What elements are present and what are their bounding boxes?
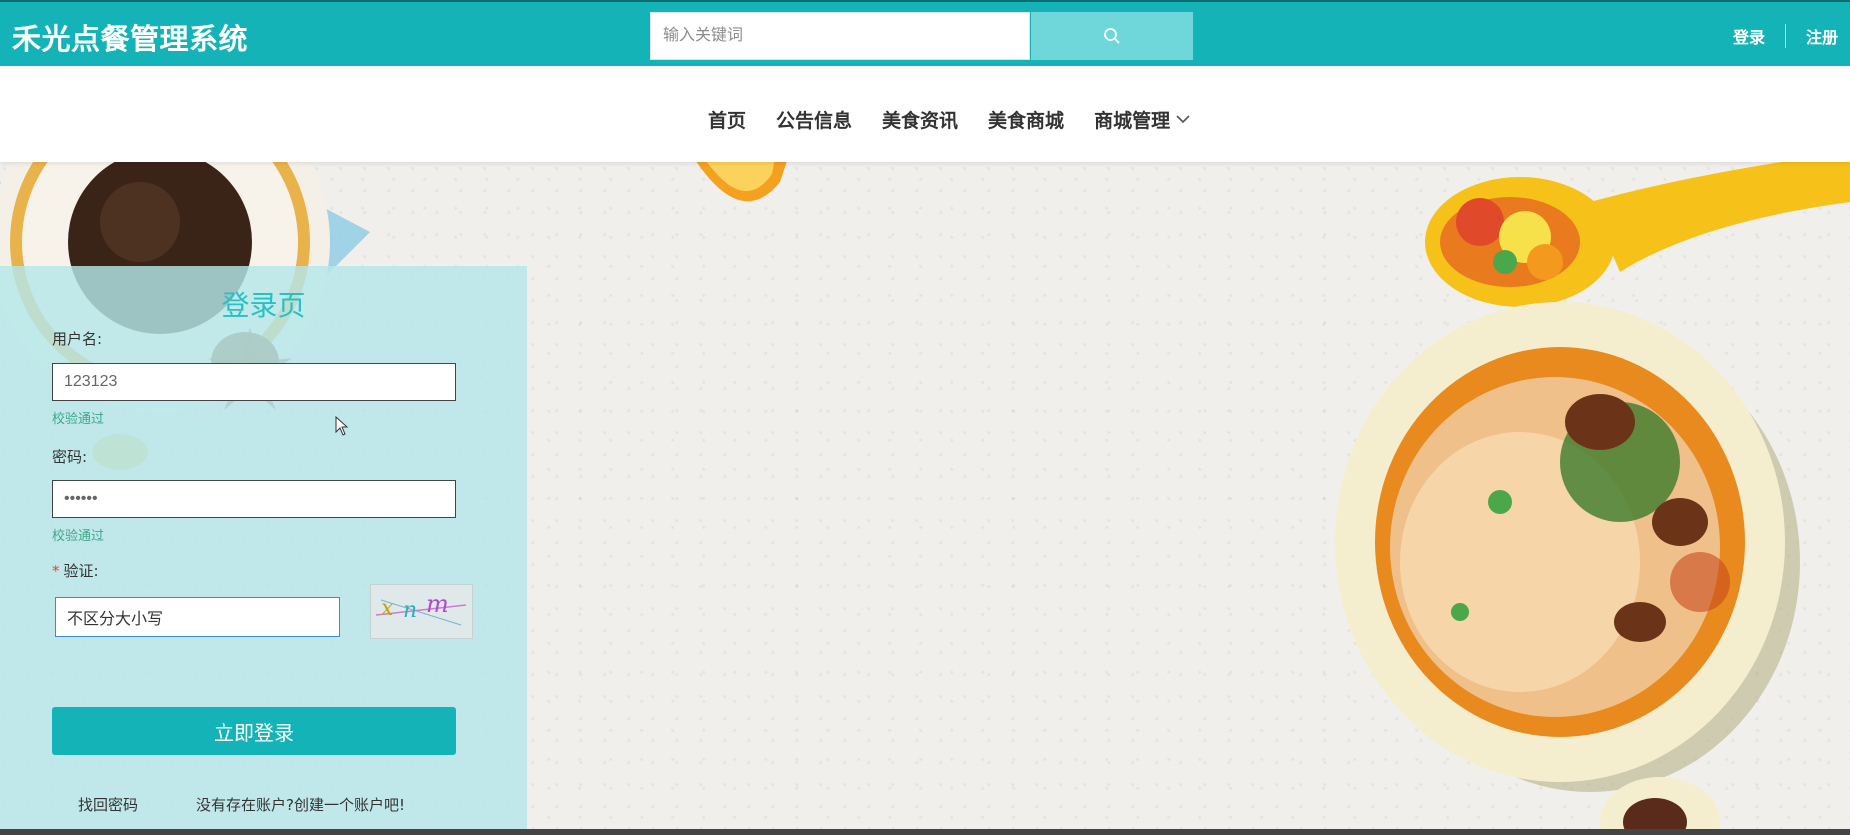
chevron-down-icon xyxy=(1176,115,1190,124)
captcha-char-1: x xyxy=(381,596,394,621)
app-title: 禾光点餐管理系统 xyxy=(12,22,249,56)
captcha-label-row: * 验证: xyxy=(52,560,99,581)
create-account-link[interactable]: 没有存在账户?创建一个账户吧! xyxy=(196,794,405,815)
captcha-label: 验证: xyxy=(63,562,99,580)
login-title: 登录页 xyxy=(221,289,306,322)
required-marker: * xyxy=(52,562,60,580)
username-input[interactable] xyxy=(52,363,456,401)
search-input[interactable] xyxy=(650,12,1030,60)
orange-slice-illustration xyxy=(696,162,787,202)
spoon-with-fruit-illustration xyxy=(1425,162,1850,307)
password-label: 密码: xyxy=(52,448,88,466)
nav-notices[interactable]: 公告信息 xyxy=(776,106,852,133)
search-icon xyxy=(1104,28,1120,44)
username-valid-message: 校验通过 xyxy=(52,412,105,427)
nav-food-mall[interactable]: 美食商城 xyxy=(988,106,1064,133)
main-nav: 首页 公告信息 美食资讯 美食商城 商城管理 xyxy=(0,66,1850,162)
captcha-graphic: x n m xyxy=(375,590,467,626)
login-panel: 登录页 用户名: 校验通过 密码: 校验通过 *验证: x n m 立即登录 找… xyxy=(0,266,527,835)
divider xyxy=(1784,24,1786,48)
captcha-input[interactable] xyxy=(55,597,340,637)
forgot-password-link[interactable]: 找回密码 xyxy=(78,794,138,815)
password-valid-message: 校验通过 xyxy=(52,529,105,544)
bottom-edge-bar xyxy=(0,829,1850,835)
username-label: 用户名: xyxy=(52,330,103,348)
mouse-cursor-icon xyxy=(335,416,349,436)
password-input[interactable] xyxy=(52,480,456,518)
login-link[interactable]: 登录 xyxy=(1733,24,1765,48)
search-button[interactable] xyxy=(1031,12,1193,60)
captcha-image[interactable]: x n m xyxy=(370,584,473,639)
register-link[interactable]: 注册 xyxy=(1806,24,1838,48)
top-header: 禾光点餐管理系统 登录 注册 xyxy=(0,0,1850,66)
login-button[interactable]: 立即登录 xyxy=(52,707,456,755)
captcha-char-3: m xyxy=(426,590,449,618)
auth-links: 登录 注册 xyxy=(1733,24,1838,48)
nav-mall-management[interactable]: 商城管理 xyxy=(1094,106,1190,133)
nav-mall-management-label: 商城管理 xyxy=(1094,110,1171,132)
noodle-bowl-illustration xyxy=(1335,302,1800,792)
captcha-char-2: n xyxy=(403,598,417,623)
nav-home[interactable]: 首页 xyxy=(708,106,746,133)
nav-food-news[interactable]: 美食资讯 xyxy=(882,106,958,133)
